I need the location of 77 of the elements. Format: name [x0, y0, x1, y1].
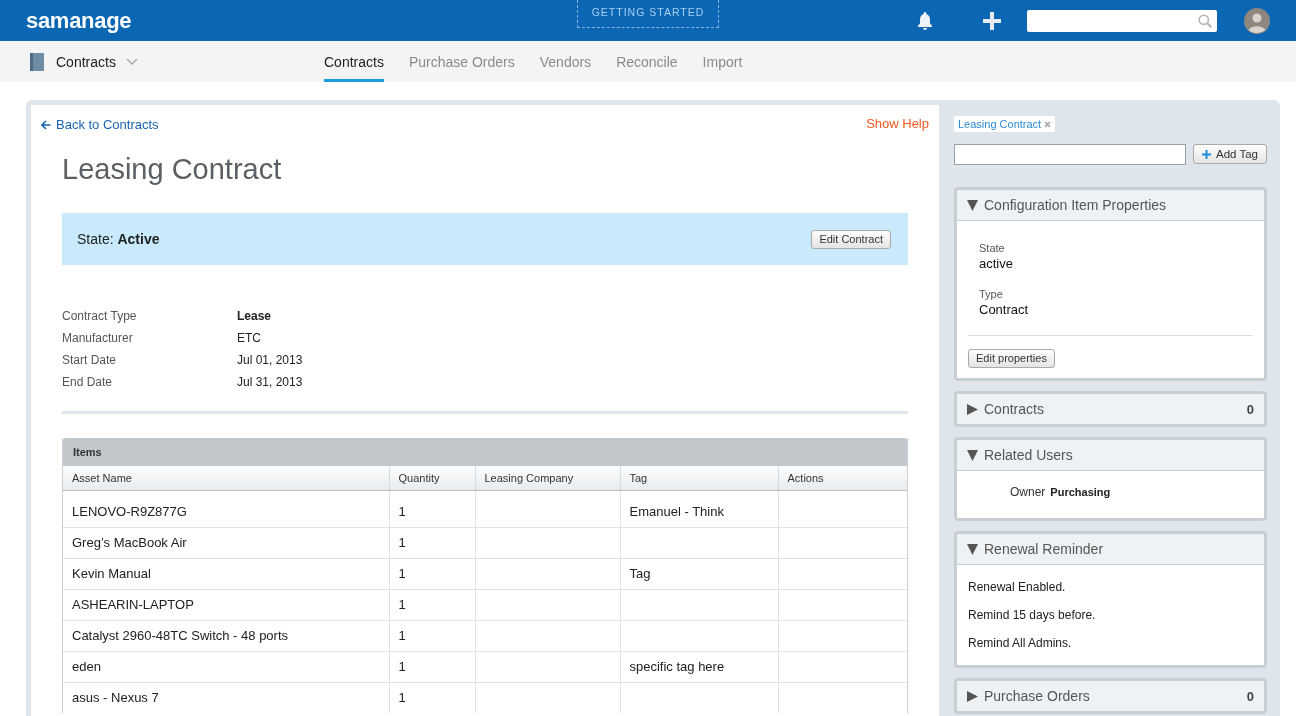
triangle-right-icon[interactable]: [967, 403, 978, 415]
nav-tab[interactable]: Contracts: [324, 41, 384, 82]
triangle-down-icon[interactable]: [967, 543, 978, 555]
table-cell: 1: [389, 651, 475, 682]
caret-icon: [125, 58, 138, 65]
user-name: Purchasing: [1050, 486, 1111, 498]
bell-icon[interactable]: [917, 11, 933, 30]
reminder-text: Remind 15 days before.: [968, 607, 1097, 624]
back-link[interactable]: Back to Contracts: [41, 117, 159, 133]
plus-icon[interactable]: [983, 11, 1001, 30]
reminder-text: Remind All Admins.: [968, 635, 1073, 652]
panel-count: 0: [1246, 401, 1254, 417]
reminder-text: Renewal Enabled.: [968, 579, 1067, 596]
detail-label: Manufacturer: [62, 331, 134, 345]
column-header[interactable]: Actions: [778, 466, 907, 490]
triangle-right-icon[interactable]: [967, 690, 978, 702]
panel-title: Related Users: [984, 447, 1074, 463]
module-dropdown[interactable]: Contracts: [30, 52, 138, 71]
table-cell: Kevin Manual: [63, 558, 389, 589]
column-header[interactable]: Tag: [620, 466, 778, 490]
arrow-left-icon: [41, 120, 51, 130]
table-cell: 1: [389, 589, 475, 620]
page-title: Leasing Contract: [62, 152, 283, 187]
table-cell: 1: [389, 620, 475, 651]
panel-title: Contracts: [984, 401, 1045, 417]
plus-icon: [1202, 149, 1211, 159]
panel-title: Configuration Item Properties: [984, 197, 1168, 213]
panel-title: Purchase Orders: [984, 688, 1091, 704]
detail-label: End Date: [62, 375, 114, 389]
column-header[interactable]: Leasing Company: [475, 466, 620, 490]
detail-value: Jul 31, 2013: [237, 375, 303, 389]
table-cell: 1: [389, 558, 475, 589]
edit-contract-button[interactable]: Edit Contract: [811, 229, 891, 249]
detail-value: Lease: [237, 309, 272, 323]
panel-count: 0: [1246, 688, 1254, 704]
state-text: State: Active: [77, 231, 160, 247]
tag-input[interactable]: [954, 144, 1186, 165]
table-cell: 1: [389, 682, 475, 713]
column-header[interactable]: Asset Name: [63, 466, 389, 490]
property-value: Contract: [979, 301, 1030, 319]
search-field[interactable]: [1027, 9, 1217, 32]
add-tag-button[interactable]: Add Tag: [1193, 144, 1267, 164]
table-cell: LENOVO-R9Z877G: [63, 490, 389, 527]
detail-value: ETC: [237, 331, 261, 345]
panel-header[interactable]: Contracts 0: [957, 394, 1264, 424]
detail-label: Start Date: [62, 353, 118, 367]
table-title: Items: [63, 438, 907, 466]
column-header[interactable]: Quantity: [389, 466, 475, 490]
table-cell: eden: [63, 651, 389, 682]
tag-label[interactable]: Leasing Contract: [958, 118, 1042, 130]
table-cell: Emanuel - Think: [620, 490, 778, 527]
property-label: Type: [979, 287, 1004, 301]
property-value: active: [979, 255, 1014, 273]
triangle-down-icon[interactable]: [967, 449, 978, 461]
table-cell: ASHEARIN-LAPTOP: [63, 589, 389, 620]
triangle-down-icon[interactable]: [967, 199, 978, 211]
table-cell: Catalyst 2960-48TC Switch - 48 ports: [63, 620, 389, 651]
detail-value: Jul 01, 2013: [237, 353, 303, 367]
table-cell: specific tag here: [620, 651, 778, 682]
panel-header[interactable]: Related Users: [957, 440, 1264, 471]
panel-header[interactable]: Renewal Reminder: [957, 534, 1264, 565]
table-cell: Greg’s MacBook Air: [63, 527, 389, 558]
property-label: State: [979, 241, 1006, 255]
panel-title: Renewal Reminder: [984, 541, 1105, 557]
panel-header[interactable]: Configuration Item Properties: [957, 190, 1264, 221]
panel-header[interactable]: Purchase Orders 0: [957, 681, 1264, 711]
table-cell: 1: [389, 490, 475, 527]
detail-label: Contract Type: [62, 309, 138, 323]
table-cell: 1: [389, 527, 475, 558]
book-icon: [30, 52, 44, 71]
avatar[interactable]: [1244, 7, 1270, 34]
user-role: Owner: [1010, 485, 1046, 499]
getting-started-button[interactable]: GETTING STARTED: [576, 0, 720, 28]
table-cell: Tag: [620, 558, 778, 589]
table-cell: asus - Nexus 7: [63, 682, 389, 713]
logo[interactable]: samanage: [26, 7, 132, 33]
edit-properties-button[interactable]: Edit properties: [968, 349, 1055, 368]
